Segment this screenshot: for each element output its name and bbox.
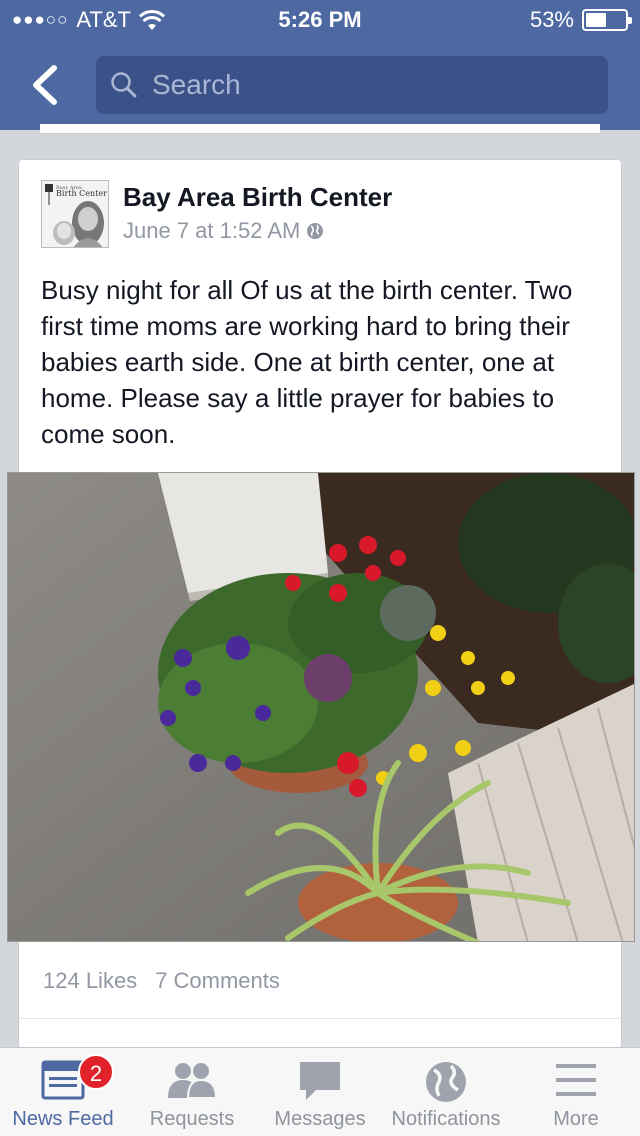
- top-header: ●●●○○ AT&T 5:26 PM 53%: [0, 0, 640, 130]
- tab-label-more: More: [553, 1108, 599, 1130]
- comments-count[interactable]: 7 Comments: [155, 968, 280, 994]
- feed-post: Busy Area Birth Center Bay Area Birth Ce…: [7, 159, 635, 1049]
- previous-post-edge: [40, 124, 600, 134]
- post-author[interactable]: Bay Area Birth Center: [123, 182, 392, 213]
- bottom-tab-bar: 2 News Feed Requests Messages Notificati…: [0, 1047, 640, 1136]
- post-stats: 124 Likes 7 Comments: [43, 968, 280, 994]
- post-timestamp[interactable]: June 7 at 1:52 AM: [123, 218, 300, 244]
- tab-requests[interactable]: Requests: [130, 1048, 254, 1136]
- tab-news-feed[interactable]: 2 News Feed: [0, 1048, 126, 1136]
- avatar-logo-image: Busy Area Birth Center: [42, 181, 108, 247]
- tab-notifications[interactable]: Notifications: [386, 1048, 506, 1136]
- tab-label-messages: Messages: [274, 1108, 366, 1130]
- battery-tip: [628, 17, 632, 24]
- tab-label-notifications: Notifications: [391, 1108, 501, 1130]
- tab-label-requests: Requests: [149, 1108, 235, 1130]
- page-avatar[interactable]: Busy Area Birth Center: [41, 180, 109, 248]
- post-photo[interactable]: [7, 472, 635, 942]
- tab-more[interactable]: More: [516, 1048, 636, 1136]
- status-right: 53%: [529, 7, 632, 33]
- menu-icon: [556, 1064, 596, 1096]
- battery-icon: [582, 9, 632, 31]
- search-icon: [111, 72, 137, 98]
- likes-count[interactable]: 124 Likes: [43, 968, 137, 994]
- notification-badge: 2: [78, 1054, 114, 1090]
- status-bar: ●●●○○ AT&T 5:26 PM 53%: [0, 0, 640, 40]
- post-body-text: Busy night for all Of us at the birth ce…: [41, 275, 573, 449]
- globe-icon: [307, 223, 324, 239]
- friends-icon: [168, 1063, 218, 1099]
- globe-icon: [426, 1062, 466, 1102]
- stats-divider: [19, 1018, 621, 1019]
- battery-level: [586, 13, 606, 27]
- search-bar[interactable]: [96, 56, 608, 114]
- post-meta: June 7 at 1:52 AM: [123, 218, 324, 244]
- back-button[interactable]: [26, 60, 66, 110]
- chat-bubble-icon: [300, 1062, 340, 1100]
- battery-percent: 53%: [529, 7, 574, 32]
- tab-messages[interactable]: Messages: [260, 1048, 380, 1136]
- tab-label-news-feed: News Feed: [12, 1108, 114, 1130]
- flower-pots-photo: [8, 473, 634, 941]
- avatar-logo-text: Birth Center: [56, 189, 107, 198]
- chevron-left-icon: [33, 65, 57, 105]
- search-input[interactable]: [152, 69, 592, 101]
